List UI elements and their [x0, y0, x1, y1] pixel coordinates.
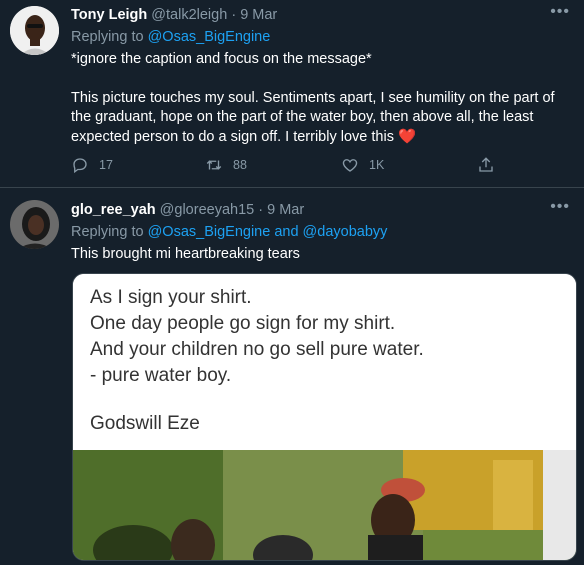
- display-name[interactable]: glo_ree_yah: [71, 202, 156, 218]
- tweet-line: This picture touches my soul. Sentiments…: [71, 89, 555, 145]
- image-text-line: And your children no go sell pure water.: [90, 339, 424, 360]
- mention-link[interactable]: @Osas_BigEngine: [148, 29, 271, 45]
- mention-link[interactable]: @Osas_BigEngine and @dayobabyy: [148, 224, 388, 240]
- tweet-glo-ree-yah[interactable]: glo_ree_yah @gloreeyah15 · 9 Mar Replyin…: [0, 188, 584, 565]
- image-text-card: As I sign your shirt. One day people go …: [73, 274, 576, 450]
- image-text-line: One day people go sign for my shirt.: [90, 313, 396, 334]
- reply-icon: [73, 158, 87, 174]
- retweet-button[interactable]: 88: [205, 156, 247, 174]
- tweet-line: This brought mi heartbreaking tears: [71, 246, 300, 262]
- display-name[interactable]: Tony Leigh: [71, 7, 147, 23]
- image-text-line: As I sign your shirt.: [90, 287, 252, 308]
- replying-prefix: Replying to: [71, 29, 144, 45]
- like-count: 1K: [369, 158, 385, 172]
- avatar[interactable]: [10, 6, 59, 55]
- heart-emoji-icon: ❤️: [397, 128, 417, 145]
- tweet-header: Tony Leigh @talk2leigh · 9 Mar: [71, 6, 572, 25]
- share-button[interactable]: [477, 156, 495, 174]
- tweet-image[interactable]: As I sign your shirt. One day people go …: [72, 273, 577, 561]
- tweet-header: glo_ree_yah @gloreeyah15 · 9 Mar: [71, 201, 572, 220]
- tweet-actions: 17 88 1K: [71, 156, 511, 176]
- timestamp[interactable]: 9 Mar: [240, 7, 277, 23]
- tweet-paragraph: This picture touches my soul. Sentiments…: [71, 89, 572, 148]
- separator: ·: [231, 7, 237, 23]
- photo: [73, 450, 576, 560]
- more-icon[interactable]: •••: [550, 3, 570, 21]
- avatar-photo: [10, 200, 59, 249]
- more-icon[interactable]: •••: [550, 198, 570, 216]
- share-icon: [479, 157, 493, 172]
- image-text-line: - pure water boy.: [90, 365, 232, 386]
- replying-prefix: Replying to: [71, 224, 144, 240]
- like-icon: [342, 159, 358, 172]
- handle[interactable]: @gloreeyah15: [160, 202, 255, 218]
- retweet-icon: [206, 160, 222, 170]
- reply-button[interactable]: 17: [71, 156, 113, 174]
- like-button[interactable]: 1K: [341, 156, 384, 174]
- handle[interactable]: @talk2leigh: [151, 7, 227, 23]
- tweet-content: glo_ree_yah @gloreeyah15 · 9 Mar Replyin…: [71, 201, 572, 265]
- timestamp[interactable]: 9 Mar: [267, 202, 304, 218]
- tweet-line: *ignore the caption and focus on the mes…: [71, 51, 372, 67]
- tweet-text: This brought mi heartbreaking tears: [71, 245, 572, 265]
- avatar-photo: [10, 6, 59, 55]
- image-text-line: Godswill Eze: [90, 413, 200, 434]
- reply-count: 17: [99, 158, 113, 172]
- retweet-count: 88: [233, 158, 247, 172]
- tweet-tony-leigh[interactable]: Tony Leigh @talk2leigh · 9 Mar Replying …: [0, 0, 584, 188]
- replying-to: Replying to @Osas_BigEngine and @dayobab…: [71, 223, 572, 242]
- tweet-content: Tony Leigh @talk2leigh · 9 Mar Replying …: [71, 6, 572, 147]
- tweet-text: *ignore the caption and focus on the mes…: [71, 50, 572, 147]
- replying-to: Replying to @Osas_BigEngine: [71, 28, 572, 47]
- avatar[interactable]: [10, 200, 59, 249]
- separator: ·: [258, 202, 264, 218]
